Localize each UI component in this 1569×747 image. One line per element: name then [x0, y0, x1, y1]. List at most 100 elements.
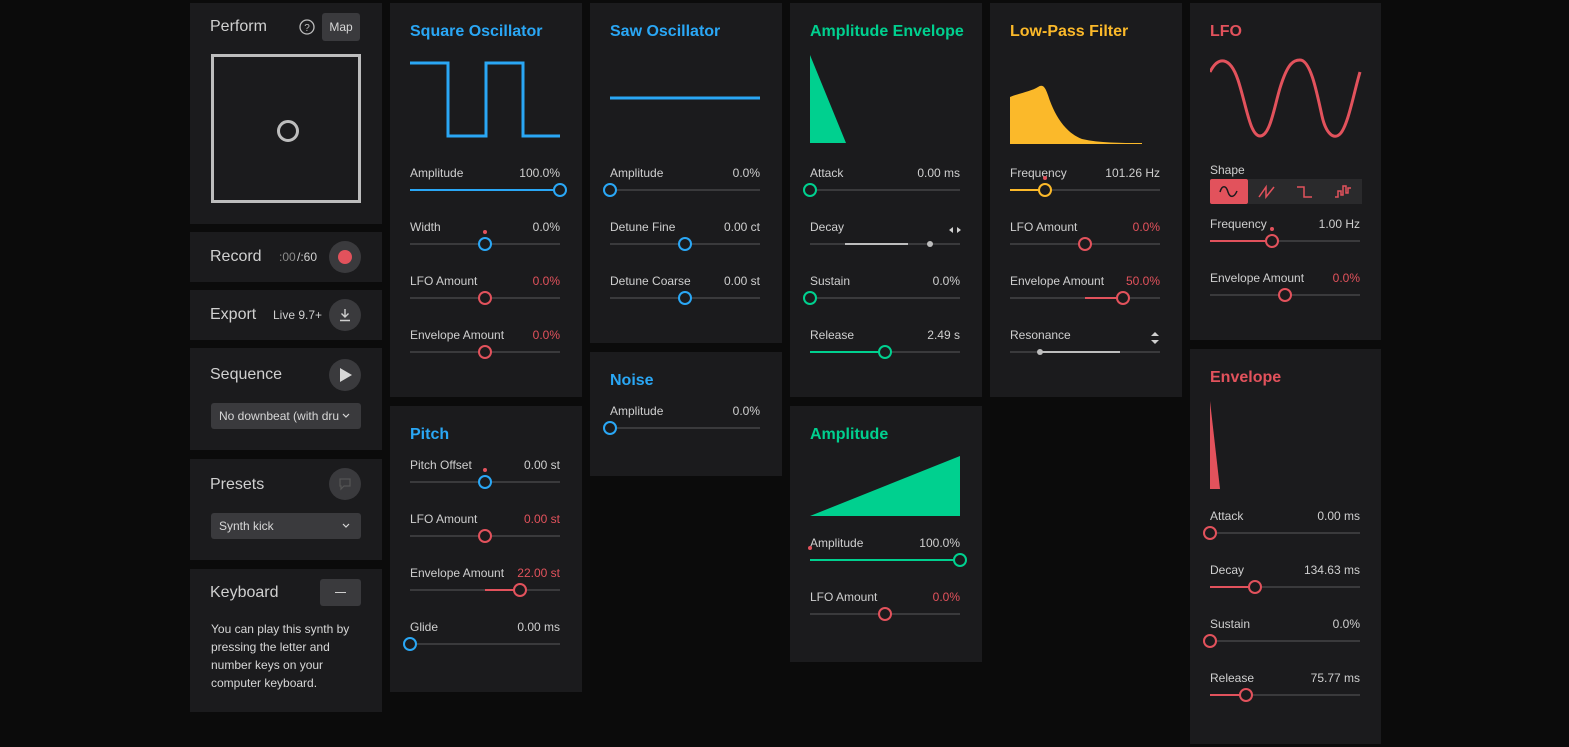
slider-track[interactable]: [610, 189, 760, 191]
slider-track[interactable]: [1210, 532, 1360, 534]
slider-knob[interactable]: [478, 345, 492, 359]
lpf-frequency-slider[interactable]: Frequency 101.26 Hz: [1010, 166, 1162, 212]
param-value: 0.00 ms: [1317, 509, 1360, 523]
saw-detune-coarse-slider[interactable]: Detune Coarse 0.00 st: [610, 274, 762, 320]
slider-knob[interactable]: [478, 475, 492, 489]
slider-track[interactable]: [1210, 640, 1360, 642]
slider-knob[interactable]: [803, 291, 817, 305]
sine-wave-icon: [1219, 186, 1238, 198]
envelope-release-slider[interactable]: Release 75.77 ms: [1210, 671, 1362, 717]
square-envelope-amount-slider[interactable]: Envelope Amount 0.0%: [410, 328, 562, 374]
lfo-shape-label: Shape: [1210, 163, 1245, 177]
slider-track[interactable]: [410, 643, 560, 645]
envelope-sustain-slider[interactable]: Sustain 0.0%: [1203, 617, 1362, 663]
saw-amplitude-slider[interactable]: Amplitude 0.0%: [603, 166, 762, 212]
svg-text:?: ?: [304, 23, 310, 34]
slider-knob[interactable]: [478, 529, 492, 543]
slider-knob[interactable]: [1203, 634, 1217, 648]
param-label: Amplitude: [810, 536, 864, 550]
play-button[interactable]: [329, 359, 361, 391]
presets-save-button[interactable]: [329, 468, 361, 500]
slider-knob[interactable]: [1278, 288, 1292, 302]
param-value: 0.0%: [932, 274, 960, 288]
slider-knob[interactable]: [478, 237, 492, 251]
slider-knob[interactable]: [512, 583, 527, 597]
param-value: 101.26 Hz: [1105, 166, 1160, 180]
param-label: Width: [410, 220, 441, 234]
saw-detune-fine-slider[interactable]: Detune Fine 0.00 ct: [610, 220, 762, 266]
envelope-decay-slider[interactable]: Decay 134.63 ms: [1210, 563, 1362, 609]
amp-env-attack-slider[interactable]: Attack 0.00 ms: [803, 166, 962, 212]
slider-knob[interactable]: [403, 637, 417, 651]
amplitude-amount-slider[interactable]: Amplitude 100.0%: [808, 536, 967, 582]
square-lfo-amount-slider[interactable]: LFO Amount 0.0%: [410, 274, 562, 320]
slider-handle[interactable]: [927, 241, 933, 247]
lpf-resonance-slider[interactable]: Resonance: [1010, 328, 1162, 374]
slider-knob[interactable]: [678, 291, 692, 305]
slider-knob[interactable]: [478, 291, 492, 305]
param-label: Sustain: [1210, 617, 1251, 631]
amplitude-ramp-display: [810, 456, 960, 516]
up-down-arrows-icon[interactable]: [1150, 331, 1160, 345]
square-wave-display: [410, 61, 560, 138]
record-button[interactable]: [329, 241, 361, 273]
slider-knob[interactable]: [1239, 688, 1253, 702]
presets-select-value: Synth kick: [219, 519, 274, 533]
noise-amplitude-slider[interactable]: Amplitude 0.0%: [603, 404, 762, 450]
slider-knob[interactable]: [1078, 237, 1092, 251]
slider-knob[interactable]: [603, 183, 617, 197]
slider-knob[interactable]: [553, 183, 567, 197]
slider-knob[interactable]: [1248, 580, 1262, 594]
xy-pad-cursor[interactable]: [277, 120, 299, 142]
amplitude-lfo-amount-slider[interactable]: LFO Amount 0.0%: [810, 590, 962, 636]
lfo-shape-saw-button[interactable]: [1248, 179, 1286, 204]
square-amplitude-slider[interactable]: Amplitude 100.0%: [410, 166, 567, 212]
presets-title: Presets: [210, 476, 265, 493]
left-right-arrows-icon[interactable]: [948, 225, 962, 235]
pitch-lfo-amount-slider[interactable]: LFO Amount 0.00 st: [410, 512, 562, 558]
param-value: 1.00 Hz: [1318, 217, 1360, 231]
amplitude-envelope-panel: Amplitude Envelope Attack 0.00 ms Decay S…: [790, 3, 982, 397]
pitch-envelope-amount-slider[interactable]: Envelope Amount 22.00 st: [410, 566, 562, 612]
presets-select[interactable]: Synth kick: [211, 513, 361, 539]
keyboard-toggle-button[interactable]: [320, 579, 361, 606]
param-value: 0.00 st: [523, 458, 560, 472]
square-wave-icon: [1297, 186, 1312, 198]
param-value: 0.00 st: [723, 274, 760, 288]
amp-env-sustain-slider[interactable]: Sustain 0.0%: [803, 274, 962, 320]
slider-knob[interactable]: [878, 607, 892, 621]
lpf-envelope-amount-slider[interactable]: Envelope Amount 50.0%: [1010, 274, 1162, 320]
export-panel: Export Live 9.7+: [190, 290, 382, 340]
xy-pad[interactable]: [211, 54, 361, 203]
amp-env-decay-slider[interactable]: Decay: [810, 220, 962, 266]
lfo-shape-sine-button[interactable]: [1210, 179, 1248, 204]
slider-knob[interactable]: [803, 183, 817, 197]
slider-handle[interactable]: [1037, 349, 1043, 355]
sequence-select[interactable]: No downbeat (with dru: [211, 403, 361, 429]
amp-env-release-slider[interactable]: Release 2.49 s: [810, 328, 962, 374]
slider-track[interactable]: [810, 297, 960, 299]
slider-knob[interactable]: [878, 345, 892, 359]
envelope-attack-slider[interactable]: Attack 0.00 ms: [1203, 509, 1362, 555]
lfo-wave-display: [1210, 58, 1362, 138]
lfo-frequency-slider[interactable]: Frequency 1.00 Hz: [1210, 217, 1362, 263]
slider-track[interactable]: [610, 427, 760, 429]
slider-track[interactable]: [810, 189, 960, 191]
slider-knob[interactable]: [1115, 291, 1130, 305]
map-button[interactable]: Map: [322, 13, 360, 41]
slider-knob[interactable]: [1037, 183, 1052, 197]
pitch-offset-slider[interactable]: Pitch Offset 0.00 st: [410, 458, 562, 504]
lfo-envelope-amount-slider[interactable]: Envelope Amount 0.0%: [1210, 271, 1362, 317]
question-circle-icon[interactable]: ?: [299, 19, 315, 35]
slider-knob[interactable]: [1264, 234, 1279, 248]
slider-knob[interactable]: [953, 553, 967, 567]
pitch-glide-slider[interactable]: Glide 0.00 ms: [403, 620, 562, 666]
slider-knob[interactable]: [678, 237, 692, 251]
slider-knob[interactable]: [1203, 526, 1217, 540]
lfo-shape-square-button[interactable]: [1286, 179, 1324, 204]
slider-knob[interactable]: [603, 421, 617, 435]
lpf-lfo-amount-slider[interactable]: LFO Amount 0.0%: [1010, 220, 1162, 266]
lfo-shape-random-button[interactable]: [1324, 179, 1362, 204]
export-button[interactable]: [329, 299, 361, 331]
square-width-slider[interactable]: Width 0.0%: [410, 220, 562, 266]
